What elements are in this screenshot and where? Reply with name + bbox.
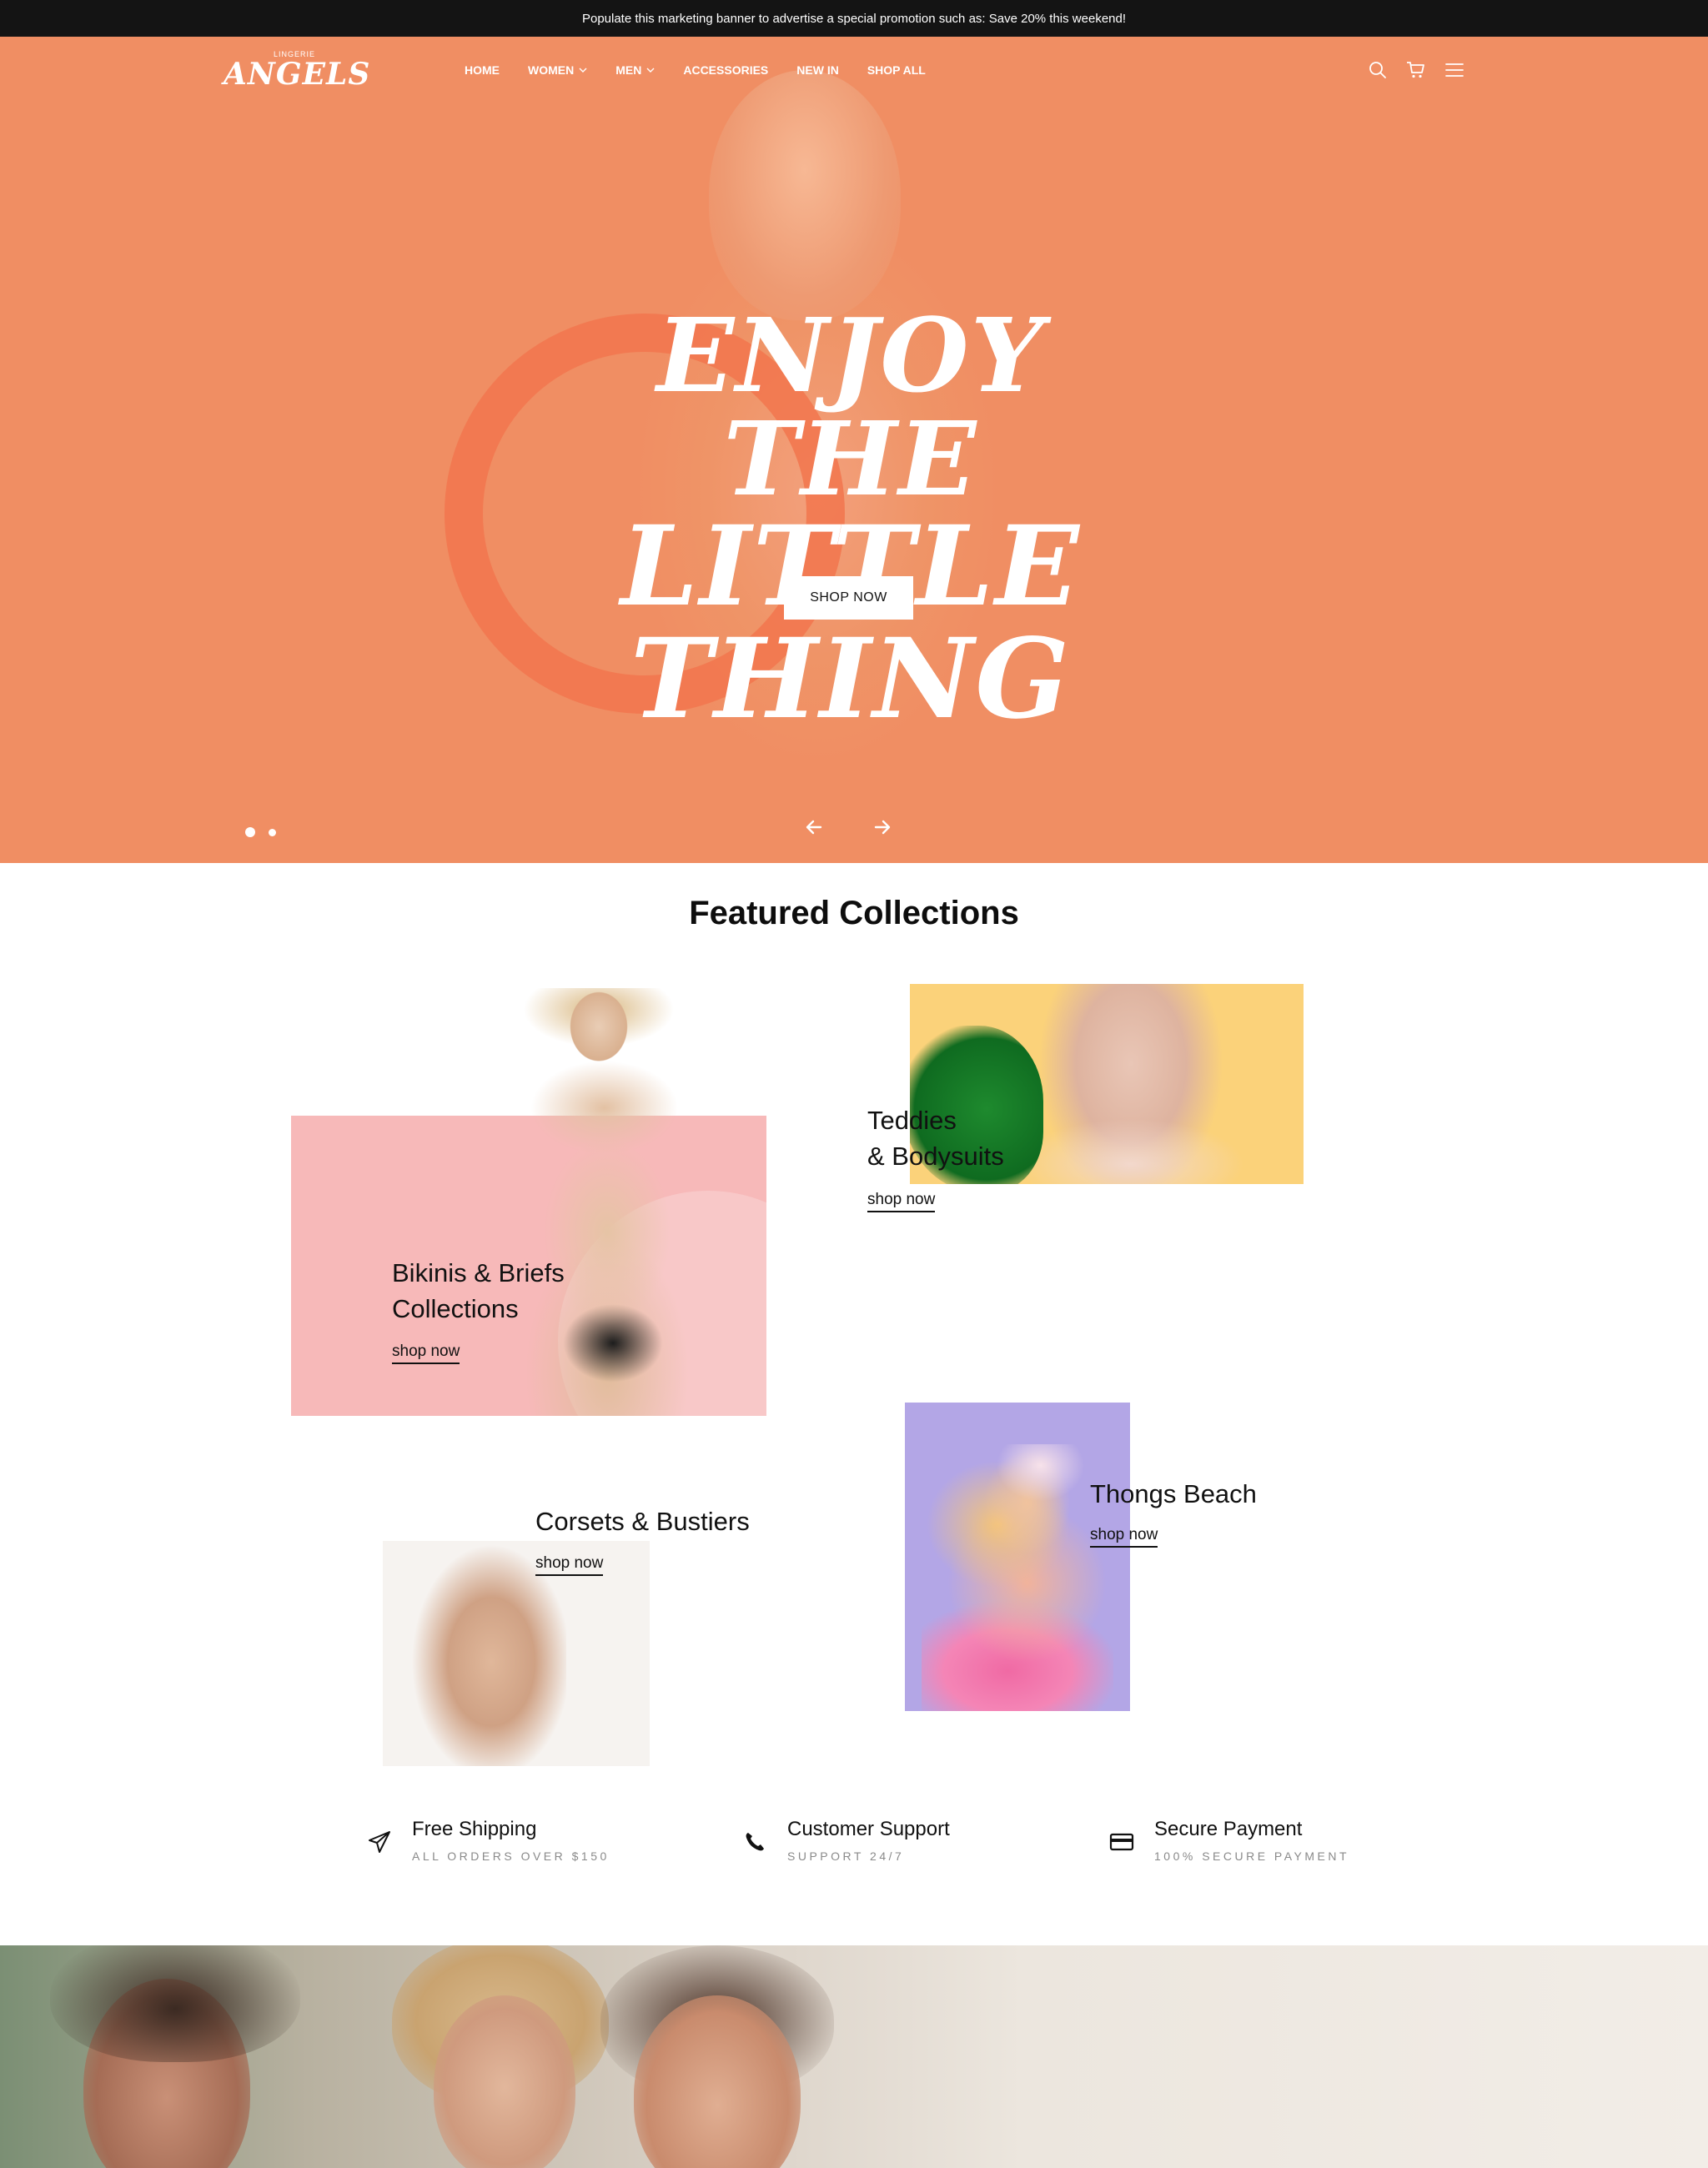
slider-prev-button[interactable] xyxy=(796,809,832,846)
nav-item-label: WOMEN xyxy=(528,63,575,77)
feature-subtitle: SUPPORT 24/7 xyxy=(787,1849,905,1863)
paper-plane-icon xyxy=(365,1828,394,1856)
feature-customer-support: Customer Support SUPPORT 24/7 xyxy=(741,1818,950,1863)
model-face-2 xyxy=(434,1995,575,2168)
collection-bikinis-title: Bikinis & Briefs Collections xyxy=(392,1255,565,1327)
chevron-down-icon xyxy=(579,68,587,73)
hero-model-head xyxy=(709,70,901,320)
chevron-down-icon xyxy=(646,68,655,73)
credit-card-icon xyxy=(1108,1828,1136,1856)
nav-item-accessories[interactable]: ACCESSORIES xyxy=(683,63,768,77)
collection-title-line1: Bikinis & Briefs xyxy=(392,1258,565,1287)
collection-thongs-shop-now-link[interactable]: shop now xyxy=(1090,1526,1158,1548)
feature-subtitle: ALL ORDERS OVER $150 xyxy=(412,1849,610,1863)
collection-corsets-image[interactable] xyxy=(383,1541,650,1766)
phone-icon xyxy=(741,1828,769,1856)
nav-item-home[interactable]: HOME xyxy=(465,63,500,77)
feature-secure-payment: Secure Payment 100% SECURE PAYMENT xyxy=(1108,1818,1349,1863)
cart-icon xyxy=(1407,62,1424,78)
menu-icon xyxy=(1445,63,1464,77)
announcement-bar: Populate this marketing banner to advert… xyxy=(0,0,1708,37)
feature-title: Customer Support xyxy=(787,1818,950,1840)
collection-thongs-title: Thongs Beach xyxy=(1090,1476,1257,1512)
site-logo[interactable]: LINGERIE ANGELS xyxy=(222,47,369,97)
slider-next-button[interactable] xyxy=(864,809,901,846)
collection-title-line2: & Bodysuits xyxy=(867,1142,1004,1172)
collection-thongs-image[interactable] xyxy=(905,1403,1130,1711)
collection-title-line2: Collections xyxy=(392,1294,519,1324)
feature-subtitle: 100% SECURE PAYMENT xyxy=(1154,1849,1350,1863)
feature-title: Free Shipping xyxy=(412,1818,537,1840)
collection-teddies-shop-now-link[interactable]: shop now xyxy=(867,1191,936,1212)
collection-title-line1: Teddies xyxy=(867,1106,957,1135)
collection-bikinis-image[interactable] xyxy=(471,988,755,1416)
hero-slider: Enjoy The Little Thing SHOP NOW xyxy=(0,37,1708,863)
arrow-left-icon xyxy=(806,820,822,835)
announcement-text: Populate this marketing banner to advert… xyxy=(581,11,1127,26)
nav-item-label: NEW IN xyxy=(796,63,839,77)
collection-teddies-title: Teddies & Bodysuits xyxy=(867,1102,1004,1175)
menu-button[interactable] xyxy=(1444,60,1464,80)
thongs-model xyxy=(922,1444,1113,1711)
cart-button[interactable] xyxy=(1406,60,1426,80)
main-nav: HOME WOMEN MEN ACCESSORIES NEW IN SHOP A… xyxy=(465,63,926,77)
shop-now-button[interactable]: SHOP NOW xyxy=(784,576,913,620)
collection-title-line1: Thongs Beach xyxy=(1090,1479,1257,1508)
logo-wordmark: ANGELS xyxy=(224,57,371,92)
collection-corsets-shop-now-link[interactable]: shop now xyxy=(535,1554,604,1576)
hero-title-line1: Enjoy The xyxy=(656,295,1045,519)
nav-item-label: HOME xyxy=(465,63,500,77)
slider-dot-2[interactable] xyxy=(269,828,276,836)
feature-title: Secure Payment xyxy=(1154,1818,1303,1840)
collection-corsets-title: Corsets & Bustiers xyxy=(535,1503,750,1539)
lifestyle-banner-image xyxy=(0,1945,1708,2168)
nav-item-label: MEN xyxy=(615,63,642,77)
nav-item-label: ACCESSORIES xyxy=(683,63,769,77)
nav-item-men[interactable]: MEN xyxy=(615,63,655,77)
teddies-model xyxy=(1018,984,1268,1184)
featured-collections-title: Featured Collections xyxy=(689,895,1019,931)
nav-item-women[interactable]: WOMEN xyxy=(528,63,587,77)
nav-item-new-in[interactable]: NEW IN xyxy=(796,63,839,77)
arrow-right-icon xyxy=(874,820,891,835)
search-icon xyxy=(1369,62,1386,78)
slider-dots xyxy=(245,827,276,837)
feature-free-shipping: Free Shipping ALL ORDERS OVER $150 xyxy=(365,1818,610,1863)
search-button[interactable] xyxy=(1368,60,1388,80)
nav-item-label: SHOP ALL xyxy=(867,63,926,77)
hero-title: Enjoy The Little Thing xyxy=(567,304,1134,735)
header-actions xyxy=(1368,60,1464,80)
slider-dot-1[interactable] xyxy=(245,827,255,837)
hero-title-line2: Little Thing xyxy=(620,501,1081,744)
model-hair-1 xyxy=(50,1945,300,2062)
nav-item-shop-all[interactable]: SHOP ALL xyxy=(867,63,926,77)
collection-title-line1: Corsets & Bustiers xyxy=(535,1507,750,1536)
collection-bikinis-shop-now-link[interactable]: shop now xyxy=(392,1342,460,1364)
